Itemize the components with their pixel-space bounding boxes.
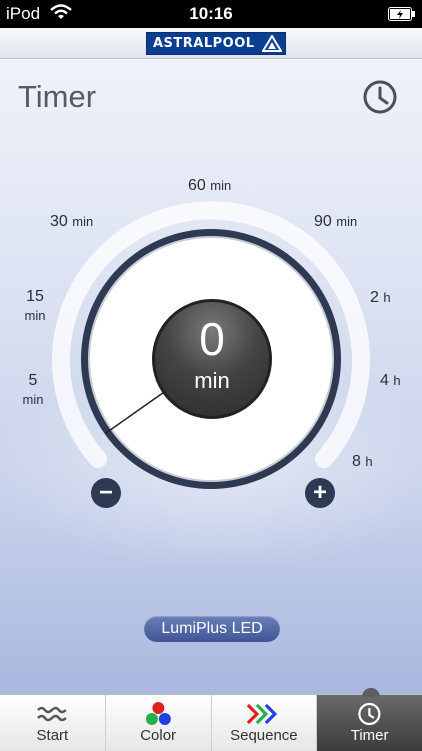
battery-icon: [388, 6, 416, 26]
timer-panel: Timer 60 min 30 min 90 min 15 min 2 h 5 mi…: [0, 59, 422, 694]
timer-readout: 0 min: [152, 299, 272, 419]
increase-button[interactable]: +: [305, 478, 335, 508]
dial-label-2h: 2 h: [370, 289, 391, 306]
tab-start-label: Start: [36, 727, 69, 744]
tab-timer-label: Timer: [350, 727, 389, 744]
status-bar: iPod 10:16: [0, 0, 422, 28]
tab-bar: Start Color Sequence Timer: [0, 694, 422, 751]
timer-value: 0: [199, 313, 225, 365]
minus-icon: −: [98, 479, 113, 506]
dial-label-15min: 15 min: [24, 288, 46, 323]
chevrons-icon: [246, 703, 277, 725]
tab-timer[interactable]: Timer: [317, 695, 422, 751]
brand-header: ASTRALPOOL: [0, 28, 422, 59]
rgb-dots-icon: [145, 702, 171, 725]
dial-label-90min: 90 min: [314, 213, 358, 230]
decrease-button[interactable]: −: [91, 478, 121, 508]
tab-color[interactable]: Color: [106, 695, 212, 751]
timer-unit: min: [194, 368, 230, 393]
tab-sequence[interactable]: Sequence: [212, 695, 318, 751]
dial-label-30min: 30 min: [50, 213, 94, 230]
tab-start[interactable]: Start: [0, 695, 106, 751]
dial-label-4h: 4 h: [380, 372, 401, 389]
tab-color-label: Color: [140, 727, 177, 744]
clock-icon: [358, 702, 381, 726]
logo-mark-icon: [262, 35, 282, 52]
astralpool-logo: ASTRALPOOL: [146, 32, 286, 55]
tab-sequence-label: Sequence: [230, 727, 298, 744]
dial-label-5min: 5 min: [22, 372, 44, 407]
dial-label-60min: 60 min: [188, 177, 232, 194]
plus-icon: +: [312, 479, 327, 506]
device-name-badge[interactable]: LumiPlus LED: [144, 616, 280, 642]
waves-icon: [37, 706, 67, 722]
dial-label-8h: 8 h: [352, 453, 373, 470]
status-time: 10:16: [189, 4, 233, 23]
